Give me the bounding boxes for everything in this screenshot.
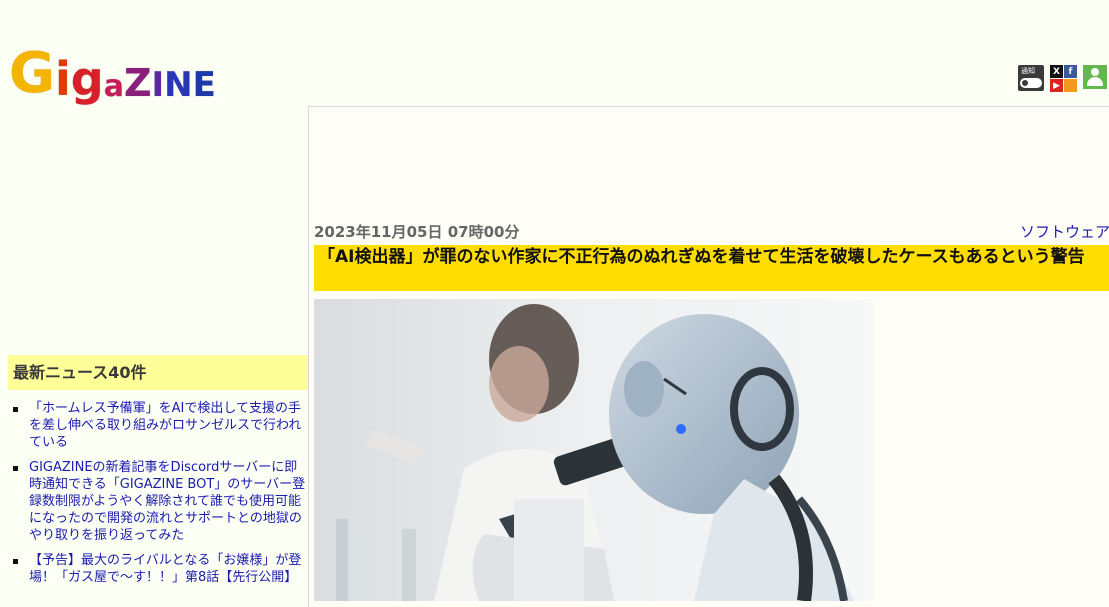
rss-icon[interactable]: [1064, 79, 1077, 92]
list-item: 「ホームレス予備軍」をAIで検出して支援の手を差し伸べる取り組みがロサンゼルスで…: [8, 400, 308, 451]
news-link[interactable]: 【予告】最大のライバルとなる「お嬢様」が登場！「ガス屋で〜す！！」第8話【先行公…: [29, 553, 301, 585]
latest-news-list: 「ホームレス予備軍」をAIで検出して支援の手を差し伸べる取り組みがロサンゼルスで…: [8, 400, 308, 586]
article-hero-image: [314, 299, 873, 601]
news-link[interactable]: 「ホームレス予備軍」をAIで検出して支援の手を差し伸べる取り組みがロサンゼルスで…: [29, 401, 301, 450]
notification-toggle-icon[interactable]: 通知: [1018, 65, 1044, 91]
list-item: 【予告】最大のライバルとなる「お嬢様」が登場！「ガス屋で〜す！！」第8話【先行公…: [8, 552, 308, 586]
user-account-icon[interactable]: [1083, 65, 1107, 89]
list-item: GIGAZINEの新着記事をDiscordサーバーに即時通知できる「GIGAZI…: [8, 459, 308, 544]
x-twitter-icon[interactable]: X: [1050, 65, 1063, 78]
robot-scientist-illustration: [314, 299, 873, 601]
facebook-icon[interactable]: f: [1064, 65, 1077, 78]
header-icons: 通知 X f ▶: [1018, 65, 1107, 92]
news-link[interactable]: GIGAZINEの新着記事をDiscordサーバーに即時通知できる「GIGAZI…: [29, 460, 305, 543]
youtube-icon[interactable]: ▶: [1050, 79, 1063, 92]
category-link[interactable]: ソフトウェア: [1020, 221, 1109, 242]
article-meta: 2023年11月05日 07時00分 ソフトウェア: [314, 221, 1109, 242]
article-container: 2023年11月05日 07時00分 ソフトウェア 「AI検出器」が罪のない作家…: [308, 106, 1109, 607]
article-date: 2023年11月05日 07時00分: [314, 223, 520, 241]
gigazine-logo[interactable]: GigaZINE: [9, 36, 219, 103]
latest-news-heading: 最新ニュース40件: [8, 355, 308, 390]
social-links: X f ▶: [1050, 65, 1077, 92]
latest-news-sidebar: 最新ニュース40件 「ホームレス予備軍」をAIで検出して支援の手を差し伸べる取り…: [8, 355, 308, 594]
article-title: 「AI検出器」が罪のない作家に不正行為のぬれぎぬを着せて生活を破壊したケースもあ…: [314, 245, 1109, 291]
